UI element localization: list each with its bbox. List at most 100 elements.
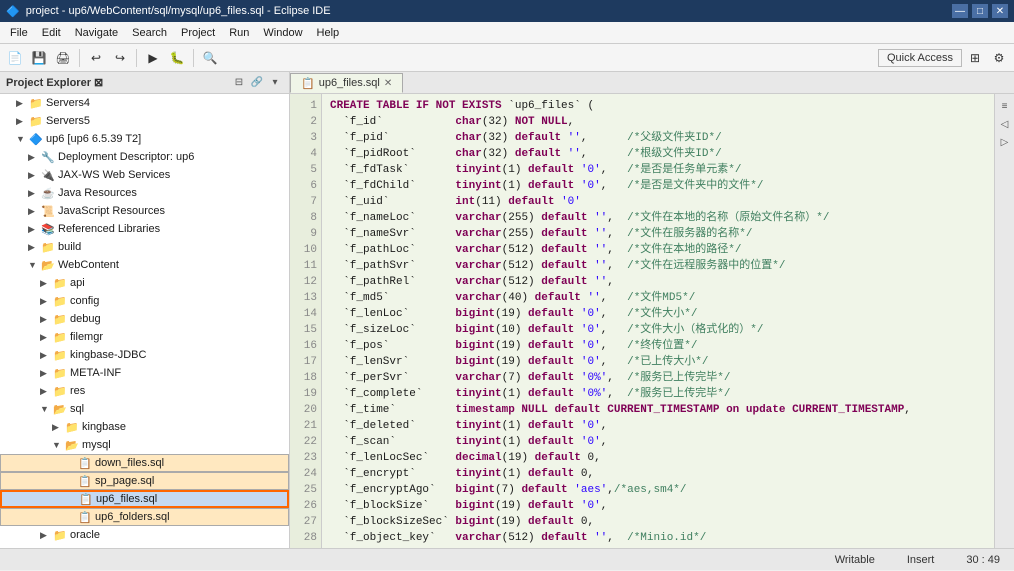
menu-navigate[interactable]: Navigate [69, 25, 124, 41]
panel-header-buttons[interactable]: ⊟ 🔗 ▾ [231, 75, 283, 91]
folder-icon-kingbase-jdbc: 📁 [52, 347, 68, 363]
toolbar-redo[interactable]: ↪ [109, 47, 131, 69]
line-numbers: 12345 678910 1112131415 1617181920 21222… [290, 94, 322, 548]
arrow-up6: ▼ [16, 134, 28, 144]
menu-help[interactable]: Help [311, 25, 346, 41]
label-ref-libraries: Referenced Libraries [58, 223, 160, 235]
tree-item-meta-inf[interactable]: ▶ 📁 META-INF [0, 364, 289, 382]
arrow-kingbase-jdbc: ▶ [40, 350, 52, 361]
toolbar-perspectives[interactable]: ⊞ [964, 47, 986, 69]
toolbar-search[interactable]: 🔍 [199, 47, 221, 69]
arrow-deployment: ▶ [28, 152, 40, 163]
tree-item-mysql[interactable]: ▼ 📂 mysql [0, 436, 289, 454]
label-filemgr: filemgr [70, 331, 103, 343]
folder-icon-filemgr: 📁 [52, 329, 68, 345]
toolbar-settings[interactable]: ⚙ [988, 47, 1010, 69]
label-debug: debug [70, 313, 101, 325]
toolbar-run[interactable]: ▶ [142, 47, 164, 69]
tree-item-ref-libraries[interactable]: ▶ 📚 Referenced Libraries [0, 220, 289, 238]
tree-item-oracle[interactable]: ▶ 📁 oracle [0, 526, 289, 544]
tree-item-sql[interactable]: ▼ 📂 sql [0, 400, 289, 418]
arrow-java: ▶ [28, 188, 40, 199]
tab-close-up6-files[interactable]: ✕ [384, 78, 392, 89]
quick-access-button[interactable]: Quick Access [878, 49, 962, 67]
label-up6-files-sql: up6_files.sql [96, 493, 157, 505]
folder-icon-kingbase: 📁 [64, 419, 80, 435]
tree-item-filemgr[interactable]: ▶ 📁 filemgr [0, 328, 289, 346]
code-editor[interactable]: CREATE TABLE IF NOT EXISTS `up6_files` (… [322, 94, 994, 548]
toolbar-save[interactable]: 💾 [28, 47, 50, 69]
menu-edit[interactable]: Edit [36, 25, 67, 41]
project-explorer-panel: Project Explorer ⊠ ⊟ 🔗 ▾ ▶ 📁 Servers4 ▶ … [0, 72, 290, 548]
folder-icon-debug: 📁 [52, 311, 68, 327]
folder-icon-servers4: 📁 [28, 95, 44, 111]
label-postgresql: postgresql [70, 547, 121, 548]
tree-item-sp-page-sql[interactable]: 📋 sp_page.sql [0, 472, 289, 490]
tab-label-up6-files: up6_files.sql [319, 77, 380, 89]
tree-item-jaxws[interactable]: ▶ 🔌 JAX-WS Web Services [0, 166, 289, 184]
tree-item-up6-folders-sql[interactable]: 📋 up6_folders.sql [0, 508, 289, 526]
tree-item-webcontent[interactable]: ▼ 📂 WebContent [0, 256, 289, 274]
sql-icon-sp-page: 📋 [77, 473, 93, 489]
menu-search[interactable]: Search [126, 25, 173, 41]
project-icon-up6: 🔷 [28, 131, 44, 147]
tree-item-servers5[interactable]: ▶ 📁 Servers5 [0, 112, 289, 130]
sidebar-expand-btn[interactable]: ▷ [997, 134, 1013, 150]
close-button[interactable]: ✕ [992, 4, 1008, 18]
tree-item-postgresql[interactable]: ▶ 📁 postgresql [0, 544, 289, 548]
label-sp-page-sql: sp_page.sql [95, 475, 154, 487]
arrow-servers5: ▶ [16, 116, 28, 127]
tree-item-deployment[interactable]: ▶ 🔧 Deployment Descriptor: up6 [0, 148, 289, 166]
menu-project[interactable]: Project [175, 25, 221, 41]
toolbar-print[interactable]: 🖨 [52, 47, 74, 69]
folder-icon-sql: 📂 [52, 401, 68, 417]
label-webcontent: WebContent [58, 259, 119, 271]
sidebar-collapse-btn[interactable]: ◁ [997, 116, 1013, 132]
tree-item-api[interactable]: ▶ 📁 api [0, 274, 289, 292]
menu-run[interactable]: Run [223, 25, 255, 41]
label-servers5: Servers5 [46, 115, 90, 127]
toolbar-undo[interactable]: ↩ [85, 47, 107, 69]
minimize-button[interactable]: — [952, 4, 968, 18]
label-res: res [70, 385, 85, 397]
arrow-api: ▶ [40, 278, 52, 289]
title-bar: 🔷 project - up6/WebContent/sql/mysql/up6… [0, 0, 1014, 22]
collapse-all-button[interactable]: ⊟ [231, 75, 247, 91]
editor-panel: 📋 up6_files.sql ✕ 12345 678910 111213141… [290, 72, 1014, 548]
arrow-res: ▶ [40, 386, 52, 397]
lib-icon: 📚 [40, 221, 56, 237]
arrow-postgresql: ▶ [40, 548, 52, 549]
link-with-editor-button[interactable]: 🔗 [249, 75, 265, 91]
label-servers4: Servers4 [46, 97, 90, 109]
tree-item-javascript[interactable]: ▶ 📜 JavaScript Resources [0, 202, 289, 220]
window-controls[interactable]: — □ ✕ [952, 4, 1008, 18]
tree-item-kingbase[interactable]: ▶ 📁 kingbase [0, 418, 289, 436]
tab-up6-files-sql[interactable]: 📋 up6_files.sql ✕ [290, 73, 403, 93]
folder-icon-meta-inf: 📁 [52, 365, 68, 381]
tree-item-config[interactable]: ▶ 📁 config [0, 292, 289, 310]
tree-item-down-files-sql[interactable]: 📋 down_files.sql [0, 454, 289, 472]
tree-item-java-resources[interactable]: ▶ ☕ Java Resources [0, 184, 289, 202]
status-position: 30 : 49 [960, 554, 1006, 566]
view-menu-button[interactable]: ▾ [267, 75, 283, 91]
tree-item-debug[interactable]: ▶ 📁 debug [0, 310, 289, 328]
sql-icon-down-files: 📋 [77, 455, 93, 471]
tree-item-up6[interactable]: ▼ 🔷 up6 [up6 6.5.39 T2] [0, 130, 289, 148]
tree-item-build[interactable]: ▶ 📁 build [0, 238, 289, 256]
tree-item-servers4[interactable]: ▶ 📁 Servers4 [0, 94, 289, 112]
toolbar-debug[interactable]: 🐛 [166, 47, 188, 69]
tree-item-kingbase-jdbc[interactable]: ▶ 📁 kingbase-JDBC [0, 346, 289, 364]
label-javascript: JavaScript Resources [58, 205, 165, 217]
label-mysql: mysql [82, 439, 111, 451]
folder-icon-build: 📁 [40, 239, 56, 255]
sidebar-overview-btn[interactable]: ≡ [997, 98, 1013, 114]
js-icon: 📜 [40, 203, 56, 219]
maximize-button[interactable]: □ [972, 4, 988, 18]
arrow-mysql: ▼ [52, 440, 64, 450]
tree-item-res[interactable]: ▶ 📁 res [0, 382, 289, 400]
tree-item-up6-files-sql[interactable]: 📋 up6_files.sql [0, 490, 289, 508]
project-tree[interactable]: ▶ 📁 Servers4 ▶ 📁 Servers5 ▼ 🔷 up6 [up6 6… [0, 94, 289, 548]
menu-window[interactable]: Window [257, 25, 308, 41]
menu-file[interactable]: File [4, 25, 34, 41]
toolbar-new[interactable]: 📄 [4, 47, 26, 69]
